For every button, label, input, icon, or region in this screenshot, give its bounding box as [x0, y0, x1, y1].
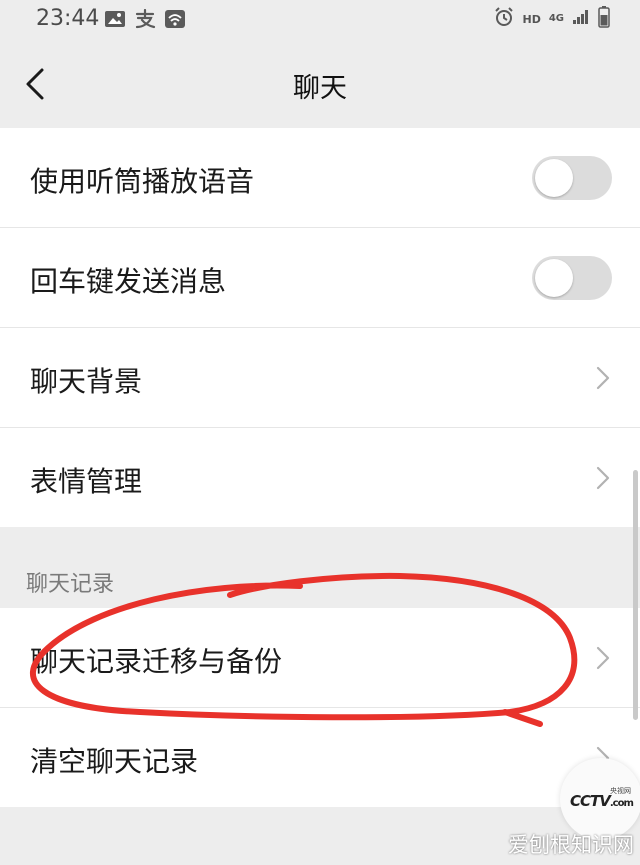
setting-label: 表情管理	[30, 465, 143, 498]
setting-row-migrate-backup[interactable]: 聊天记录迁移与备份	[0, 608, 640, 708]
setting-row-sticker-management[interactable]: 表情管理	[0, 428, 640, 527]
signal-icon	[572, 9, 590, 29]
alipay-icon	[134, 8, 156, 33]
setting-label: 聊天背景	[30, 365, 143, 398]
network-type: 4G	[548, 13, 564, 24]
settings-group: 使用听筒播放语音 回车键发送消息 聊天背景 表情管理	[0, 128, 640, 527]
chevron-right-icon	[596, 366, 610, 390]
toggle-knob	[535, 259, 573, 297]
status-time: 23:44	[36, 6, 100, 31]
chevron-right-icon	[596, 646, 610, 670]
cctv-logo: CCTV.com	[570, 792, 634, 810]
nav-bar: 聊天	[0, 40, 640, 128]
image-icon	[104, 9, 126, 33]
status-icons-right: HD 4G	[494, 6, 610, 32]
chevron-right-icon	[596, 466, 610, 490]
cctv-com-text: .com	[609, 798, 634, 809]
toggle-knob	[535, 159, 573, 197]
site-watermark: 爱刨根知识网	[508, 833, 634, 857]
setting-label: 清空聊天记录	[30, 745, 199, 778]
chat-history-group: 聊天记录迁移与备份 清空聊天记录	[0, 608, 640, 807]
hd-indicator: HD	[522, 12, 541, 26]
battery-icon	[598, 6, 610, 32]
enter-send-toggle[interactable]	[532, 256, 612, 300]
setting-row-clear-history[interactable]: 清空聊天记录	[0, 708, 640, 807]
earpiece-toggle[interactable]	[532, 156, 612, 200]
wifi-icon	[164, 9, 186, 33]
setting-row-earpiece[interactable]: 使用听筒播放语音	[0, 128, 640, 228]
cctv-watermark: 央视网 CCTV.com	[560, 758, 640, 840]
setting-row-chat-background[interactable]: 聊天背景	[0, 328, 640, 428]
setting-label: 回车键发送消息	[30, 265, 227, 298]
alarm-icon	[494, 7, 514, 31]
status-bar: 23:44 HD 4G	[0, 0, 640, 40]
page-title: 聊天	[293, 73, 347, 104]
scrollbar[interactable]	[633, 470, 638, 720]
section-header-chat-history: 聊天记录	[26, 572, 115, 597]
cctv-logo-text: CCTV	[570, 792, 611, 810]
setting-label: 聊天记录迁移与备份	[30, 645, 283, 678]
setting-label: 使用听筒播放语音	[30, 165, 255, 198]
setting-row-enter-send[interactable]: 回车键发送消息	[0, 228, 640, 328]
